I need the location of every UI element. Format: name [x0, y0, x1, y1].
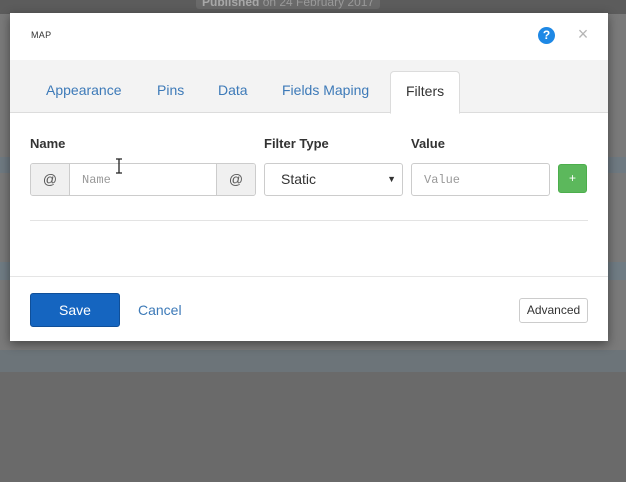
- modal-title: MAP: [31, 30, 52, 40]
- filter-type-selected: Static: [281, 171, 317, 187]
- filter-type-select[interactable]: Static ▼: [264, 163, 403, 196]
- caret-down-icon: ▼: [387, 174, 396, 184]
- text-cursor-icon: [116, 158, 122, 174]
- published-date: on 24 February 2017: [262, 0, 375, 9]
- cancel-link[interactable]: Cancel: [138, 302, 182, 318]
- background-topbar: Published on 24 February 2017: [0, 0, 626, 14]
- background-lower-area: [0, 372, 626, 482]
- advanced-button[interactable]: Advanced: [519, 298, 588, 323]
- name-suffix-addon: @: [216, 164, 255, 195]
- published-label: Published: [202, 0, 260, 9]
- map-modal: MAP ? × Appearance Pins Data Fields Mapi…: [10, 13, 608, 341]
- name-column-label: Name: [30, 136, 66, 151]
- tab-appearance[interactable]: Appearance: [46, 82, 122, 98]
- filters-form: Name Filter Type Value @ @ Static ▼ +: [10, 113, 608, 276]
- background-row: [0, 350, 626, 372]
- help-icon[interactable]: ?: [538, 27, 555, 44]
- save-button[interactable]: Save: [30, 293, 120, 327]
- close-icon[interactable]: ×: [576, 25, 590, 43]
- filter-type-column-label: Filter Type: [264, 136, 329, 151]
- modal-header: MAP ? ×: [10, 13, 608, 60]
- tab-pins[interactable]: Pins: [157, 82, 184, 98]
- divider: [30, 220, 588, 221]
- value-column-label: Value: [411, 136, 445, 151]
- tab-filters[interactable]: Filters: [390, 71, 461, 114]
- tab-data[interactable]: Data: [218, 82, 248, 98]
- tabs-bar: Appearance Pins Data Fields Maping Filte…: [10, 60, 608, 114]
- name-prefix-addon: @: [31, 164, 70, 195]
- published-status: Published on 24 February 2017: [196, 0, 381, 9]
- value-field[interactable]: [411, 163, 550, 196]
- name-input-group: @ @: [30, 163, 256, 196]
- name-field[interactable]: [71, 164, 217, 195]
- tab-fields-maping[interactable]: Fields Maping: [282, 82, 369, 98]
- add-filter-button[interactable]: +: [558, 164, 587, 193]
- modal-footer: Save Cancel Advanced: [10, 276, 608, 341]
